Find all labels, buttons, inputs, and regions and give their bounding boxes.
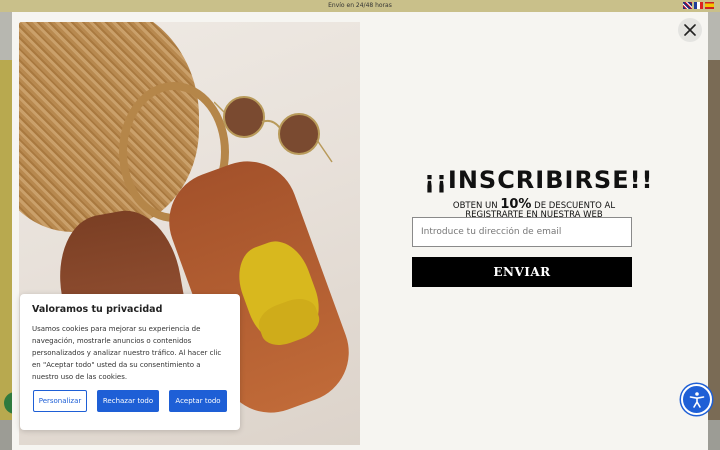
reject-all-button[interactable]: Rechazar todo bbox=[97, 390, 159, 412]
shipping-banner: Envío en 24/48 horas bbox=[0, 0, 720, 12]
flag-french-icon[interactable] bbox=[694, 2, 703, 9]
accessibility-button[interactable] bbox=[681, 384, 712, 415]
signup-form: ¡¡INSCRIBIRSE!! OBTEN UN 10% DE DESCUENT… bbox=[424, 166, 654, 220]
close-icon bbox=[684, 24, 696, 36]
email-input[interactable] bbox=[412, 217, 632, 247]
cookie-actions: Personalizar Rechazar todo Aceptar todo bbox=[33, 390, 227, 412]
accessibility-icon bbox=[689, 391, 704, 408]
background-hero-left bbox=[0, 60, 12, 420]
close-button[interactable] bbox=[678, 18, 702, 42]
cookie-description: Usamos cookies para mejorar su experienc… bbox=[32, 325, 222, 381]
cookie-banner: Valoramos tu privacidad Usamos cookies p… bbox=[20, 294, 240, 430]
accept-all-button[interactable]: Aceptar todo bbox=[169, 390, 227, 412]
flag-spanish-icon[interactable] bbox=[705, 2, 714, 9]
customize-cookies-button[interactable]: Personalizar bbox=[33, 390, 87, 412]
cookie-title: Valoramos tu privacidad bbox=[32, 304, 163, 315]
background-hero-right bbox=[708, 60, 720, 420]
language-selector[interactable] bbox=[683, 2, 714, 9]
signup-title: ¡¡INSCRIBIRSE!! bbox=[424, 166, 654, 194]
flag-english-icon[interactable] bbox=[683, 2, 692, 9]
submit-button[interactable]: ENVIAR bbox=[412, 257, 632, 287]
shipping-text: Envío en 24/48 horas bbox=[328, 2, 392, 9]
sunglasses-image bbox=[214, 96, 333, 163]
